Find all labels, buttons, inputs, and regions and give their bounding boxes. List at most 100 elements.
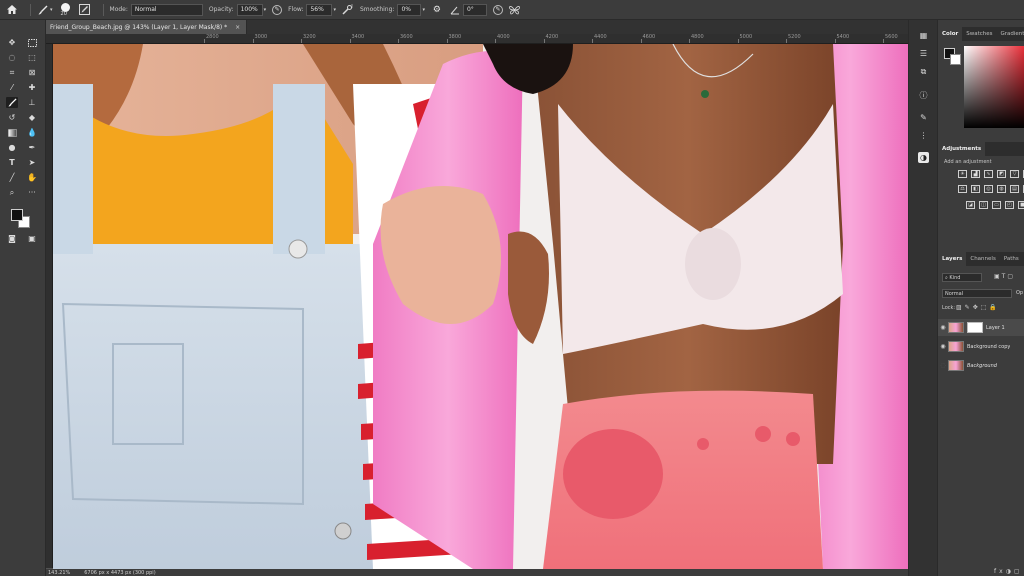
- tab-color[interactable]: Color: [938, 27, 963, 41]
- eye-icon[interactable]: ◉: [938, 343, 948, 350]
- info-panel-button[interactable]: ⓘ: [918, 90, 929, 101]
- ruler-tick-mark: [252, 39, 254, 43]
- chevron-down-icon[interactable]: ▾: [264, 7, 267, 13]
- exposure-icon[interactable]: ◩: [997, 170, 1006, 178]
- smoothing-settings-button[interactable]: ⚙: [431, 4, 443, 16]
- layer-filter-select[interactable]: ⌕ Kind: [942, 273, 982, 282]
- horizontal-ruler[interactable]: 2800 3000 3200 3400 3600 3800 4000 4200 4400 4600…: [46, 34, 908, 44]
- color-panel-background-swatch[interactable]: [950, 54, 961, 65]
- move-tool[interactable]: ✥: [6, 37, 18, 48]
- hand-tool[interactable]: ✋: [26, 172, 38, 183]
- brush-tool-preset[interactable]: ▾: [37, 4, 53, 16]
- black-white-icon[interactable]: ◧: [971, 185, 980, 193]
- brightness-contrast-icon[interactable]: ☀: [958, 170, 967, 178]
- vibrance-icon[interactable]: ▽: [1010, 170, 1019, 178]
- smoothing-field[interactable]: 0%: [397, 3, 422, 16]
- color-picker-field[interactable]: [964, 46, 1024, 128]
- pressure-opacity-button[interactable]: ✎: [272, 4, 283, 15]
- tab-swatches[interactable]: Swatches: [962, 27, 996, 41]
- brushes-panel-button[interactable]: ⋮: [918, 130, 929, 141]
- zoom-level[interactable]: 143.21%: [48, 570, 70, 576]
- document-canvas[interactable]: [53, 44, 908, 569]
- flow-field[interactable]: 56%: [306, 3, 333, 16]
- color-lookup-icon[interactable]: ▤: [1010, 185, 1019, 193]
- history-panel-button[interactable]: ▦: [918, 30, 929, 41]
- bandage-icon: ✚: [28, 83, 36, 92]
- lock-options[interactable]: ▨✎✥⬚🔒: [956, 304, 1000, 311]
- tab-layers[interactable]: Layers: [938, 252, 967, 266]
- clone-stamp-tool[interactable]: ⊥: [26, 97, 38, 108]
- path-selection-tool[interactable]: ➤: [26, 157, 38, 168]
- curves-icon[interactable]: ∿: [984, 170, 993, 178]
- eye-icon[interactable]: ◉: [938, 324, 948, 331]
- frame-tool[interactable]: ⊠: [26, 67, 38, 78]
- adjustments-panel-button[interactable]: ◑: [918, 152, 929, 163]
- pen-tool[interactable]: ✒: [26, 142, 38, 153]
- brush-settings-panel-button[interactable]: ✎: [918, 112, 929, 123]
- airbrush-button[interactable]: [342, 4, 354, 16]
- symmetry-button[interactable]: [509, 4, 521, 16]
- close-icon[interactable]: ×: [235, 24, 240, 31]
- tab-paths[interactable]: Paths: [1000, 252, 1023, 266]
- tab-adjustments[interactable]: Adjustments: [938, 142, 986, 156]
- gradient-tool[interactable]: [6, 127, 18, 138]
- layer-row[interactable]: ◌ Background: [938, 357, 1024, 374]
- marquee-tool[interactable]: [26, 37, 38, 48]
- brush-settings-toggle[interactable]: [79, 4, 91, 16]
- eye-icon[interactable]: ◌: [938, 362, 948, 369]
- home-button[interactable]: [6, 4, 18, 16]
- crop-tool[interactable]: ⌗: [6, 67, 18, 78]
- angle-field[interactable]: 0°: [462, 3, 487, 16]
- history-brush-tool[interactable]: ↺: [6, 112, 18, 123]
- photo-filter-icon[interactable]: ◎: [984, 185, 993, 193]
- solid-fill-icon[interactable]: ■: [1018, 201, 1024, 209]
- tab-channels[interactable]: Channels: [966, 252, 999, 266]
- layer-mask-thumbnail[interactable]: [967, 322, 983, 333]
- object-selection-tool[interactable]: ⬚: [26, 52, 38, 63]
- more-tools[interactable]: ···: [26, 187, 38, 198]
- ruler-tick-mark: [349, 39, 351, 43]
- document-tab[interactable]: Friend_Group_Beach.jpg @ 143% (Layer 1, …: [46, 20, 248, 34]
- mode-select[interactable]: Normal: [130, 3, 203, 16]
- posterize-icon[interactable]: ◪: [966, 201, 975, 209]
- brush-tool[interactable]: [6, 97, 18, 108]
- color-balance-icon[interactable]: ⚖: [958, 185, 967, 193]
- type-tool[interactable]: T: [6, 157, 18, 168]
- line-tool[interactable]: ╱: [6, 172, 18, 183]
- eraser-tool[interactable]: ◆: [26, 112, 38, 123]
- collapsed-panels-strip: ▦ ☰ ⧉ ⓘ ✎ ⋮ ◑: [908, 20, 938, 576]
- foreground-color-swatch[interactable]: [11, 209, 23, 221]
- dodge-tool[interactable]: ●: [6, 142, 18, 153]
- chevron-down-icon[interactable]: ▾: [333, 7, 336, 13]
- lasso-tool[interactable]: ◌: [6, 52, 18, 63]
- gradient-map-icon[interactable]: ▭: [992, 201, 1001, 209]
- healing-brush-tool[interactable]: ✚: [26, 82, 38, 93]
- zoom-icon: ⌕: [9, 187, 15, 197]
- adjustments-panel-tabs: Adjustments: [938, 142, 1024, 156]
- properties-panel-button[interactable]: ☰: [918, 48, 929, 59]
- layer-row[interactable]: ◉ Background copy: [938, 338, 1024, 355]
- zoom-tool[interactable]: ⌕: [6, 187, 18, 198]
- libraries-panel-button[interactable]: ⧉: [918, 66, 929, 77]
- tab-gradients[interactable]: Gradients: [996, 27, 1024, 41]
- channel-mixer-icon[interactable]: ◍: [997, 185, 1006, 193]
- pressure-size-button[interactable]: ✎: [492, 4, 503, 15]
- vertical-ruler[interactable]: [46, 44, 53, 568]
- threshold-icon[interactable]: ◫: [979, 201, 988, 209]
- layers-footer-buttons[interactable]: fx◑▢: [994, 568, 1023, 575]
- opacity-field[interactable]: 100%: [236, 3, 263, 16]
- ruler-tick-label: 4800: [691, 34, 704, 40]
- eyedropper-tool[interactable]: ⁄: [6, 82, 18, 93]
- layer-filter-icons[interactable]: ▣T▢: [994, 273, 1015, 280]
- options-bar: ▾ 20 Mode: Normal Opacity: 100% ▾ ✎ Flow…: [0, 0, 1024, 20]
- chevron-down-icon[interactable]: ▾: [422, 7, 425, 13]
- blend-mode-select[interactable]: Normal: [942, 289, 1012, 298]
- selective-color-icon[interactable]: ◰: [1005, 201, 1014, 209]
- screen-mode-button[interactable]: ▣: [26, 233, 38, 244]
- layer-row[interactable]: ◉ Layer 1: [938, 319, 1024, 336]
- history-icon: ▦: [919, 31, 928, 40]
- blur-tool[interactable]: 💧: [26, 127, 38, 138]
- quick-mask-button[interactable]: ◙: [6, 233, 18, 244]
- brush-picker[interactable]: 20: [59, 0, 73, 20]
- levels-icon[interactable]: ▟: [971, 170, 980, 178]
